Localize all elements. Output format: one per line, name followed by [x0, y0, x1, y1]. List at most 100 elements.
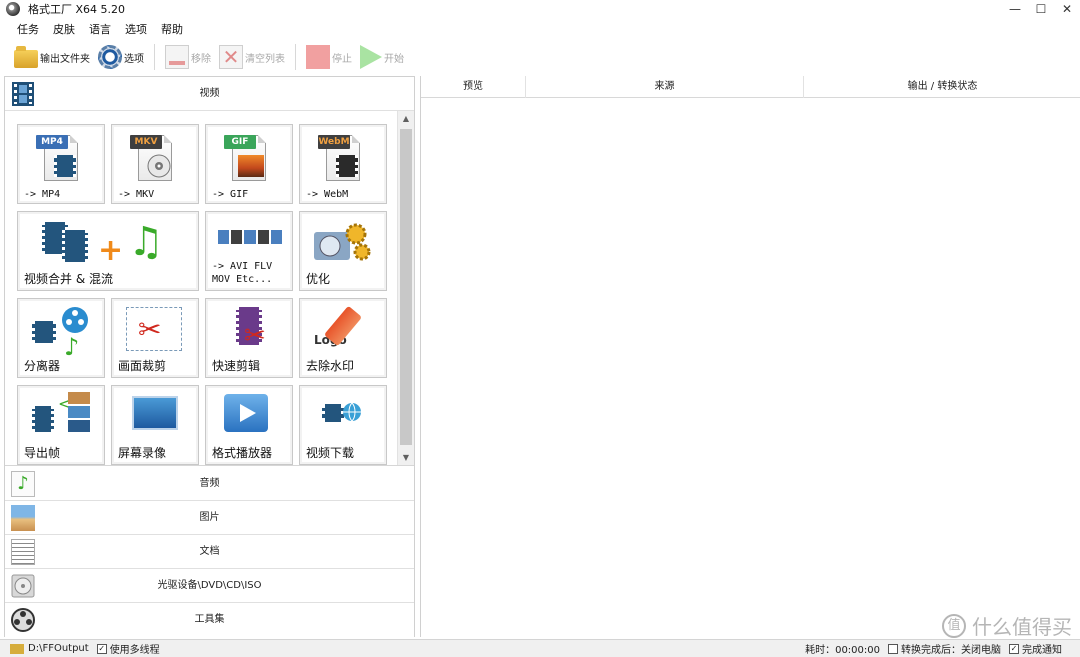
output-path[interactable]: D:\FFOutput	[28, 643, 89, 654]
tile-video-download[interactable]: 视频下载	[299, 385, 387, 465]
globe-icon	[343, 402, 361, 422]
remove-icon	[165, 45, 189, 69]
film-icon	[32, 321, 56, 343]
multithread-label: 使用多线程	[109, 645, 160, 656]
remove-button[interactable]: 移除	[161, 42, 215, 72]
tile-label-line2: MOV Etc...	[212, 274, 273, 285]
tile-label: 分离器	[24, 359, 61, 373]
film-icon	[336, 155, 358, 177]
category-audio-label: 音频	[199, 478, 220, 489]
tool-grid-scrollbar[interactable]: ▲ ▼	[397, 111, 414, 465]
category-disc[interactable]: 光驱设备\DVD\CD\ISO	[5, 569, 414, 603]
toolbar: 输出文件夹 选项 移除 ✕ 清空列表 停止 开始	[0, 40, 1080, 74]
category-document-label: 文档	[199, 546, 220, 557]
tile-label: -> GIF	[212, 189, 249, 200]
menu-help[interactable]: 帮助	[154, 21, 190, 37]
category-audio[interactable]: ♪ 音频	[5, 467, 414, 501]
tile-export-frames[interactable]: < 导出帧	[17, 385, 105, 465]
play-icon	[360, 45, 382, 69]
tile-to-webm[interactable]: WebM -> WebM	[299, 124, 387, 204]
options-label: 选项	[124, 53, 144, 65]
tile-label: -> MP4	[24, 189, 61, 200]
output-folder-button[interactable]: 输出文件夹	[10, 42, 94, 72]
window-controls: — ☐ ✕	[1002, 0, 1080, 18]
column-output-status[interactable]: 输出 / 转换状态	[804, 76, 1080, 98]
category-document[interactable]: 文档	[5, 535, 414, 569]
tile-label-line1: -> AVI FLV	[212, 261, 273, 272]
video-tool-grid: MP4 -> MP4 MKV -> MKV GIF -> GIF WebM ->…	[5, 111, 414, 466]
notify-checkbox[interactable]: ✓	[1009, 643, 1019, 654]
stop-button[interactable]: 停止	[302, 42, 356, 72]
category-toolbox[interactable]: 工具集	[5, 603, 414, 637]
tile-video-merge[interactable]: + ♫ 视频合并 & 混流	[17, 211, 199, 291]
clear-x-icon: ✕	[219, 45, 243, 69]
stop-icon	[306, 45, 330, 69]
gif-tag: GIF	[224, 135, 256, 149]
menu-skin[interactable]: 皮肤	[46, 21, 82, 37]
tile-label: 屏幕录像	[118, 446, 167, 460]
tile-to-avi-flv-mov[interactable]: -> AVI FLV MOV Etc...	[205, 211, 293, 291]
scissors-icon: ✂	[244, 321, 266, 351]
column-source[interactable]: 来源	[526, 76, 804, 98]
clear-list-label: 清空列表	[245, 53, 285, 65]
menu-options[interactable]: 选项	[118, 21, 154, 37]
tile-format-player[interactable]: 格式播放器	[205, 385, 293, 465]
plus-icon: +	[98, 233, 124, 268]
output-folder-label: 输出文件夹	[40, 53, 90, 65]
notify-label: 完成通知	[1022, 645, 1062, 656]
category-image-label: 图片	[199, 512, 220, 523]
menu-language[interactable]: 语言	[82, 21, 118, 37]
tile-to-mp4[interactable]: MP4 -> MP4	[17, 124, 105, 204]
tile-label: 视频合并 & 混流	[24, 272, 113, 286]
clear-list-button[interactable]: ✕ 清空列表	[215, 42, 289, 72]
remove-label: 移除	[191, 53, 211, 65]
tile-remove-watermark[interactable]: Logo 去除水印	[299, 298, 387, 378]
tile-splitter[interactable]: ♪ 分离器	[17, 298, 105, 378]
scroll-thumb[interactable]	[400, 129, 412, 445]
screen-recorder-icon	[132, 396, 178, 430]
scissors-icon: ✂	[138, 313, 162, 346]
watermark-logo-icon: 值	[942, 613, 966, 638]
folder-icon	[10, 643, 24, 654]
tile-quick-cut[interactable]: ✂ 快速剪辑	[205, 298, 293, 378]
minimize-button[interactable]: —	[1002, 0, 1028, 18]
category-video[interactable]: 视频	[5, 77, 414, 111]
menu-bar: 任务 皮肤 语言 选项 帮助	[0, 20, 190, 38]
tile-label: 快速剪辑	[212, 359, 261, 373]
options-button[interactable]: 选项	[94, 42, 148, 72]
after-done-checkbox[interactable]	[888, 643, 898, 654]
play-icon	[240, 404, 256, 422]
tile-label: -> MKV	[118, 189, 155, 200]
frame-thumbnail-icon	[68, 406, 90, 418]
tile-label: 格式播放器	[212, 446, 273, 460]
film-icon	[54, 155, 76, 177]
multithread-checkbox[interactable]: ✓	[96, 643, 107, 654]
window-title: 格式工厂 X64 5.20	[28, 3, 126, 16]
function-panel: 视频 MP4 -> MP4 MKV -> MKV GIF -> GIF WebM	[4, 76, 415, 637]
scroll-down-icon[interactable]: ▼	[398, 450, 414, 465]
start-button[interactable]: 开始	[356, 42, 408, 72]
stop-label: 停止	[332, 53, 352, 65]
category-image[interactable]: 图片	[5, 501, 414, 535]
toolbar-divider	[154, 44, 155, 70]
mp4-tag: MP4	[36, 135, 68, 149]
scroll-up-icon[interactable]: ▲	[398, 111, 414, 127]
category-toolbox-label: 工具集	[194, 614, 225, 625]
close-button[interactable]: ✕	[1054, 0, 1080, 18]
frame-thumbnail-icon	[68, 420, 90, 432]
tile-optimize[interactable]: 优化	[299, 211, 387, 291]
folder-icon	[14, 46, 38, 68]
tile-crop[interactable]: ✂ 画面裁剪	[111, 298, 199, 378]
task-list-panel[interactable]: 预览 来源 输出 / 转换状态	[420, 76, 1080, 637]
task-table-header: 预览 来源 输出 / 转换状态	[421, 76, 1080, 98]
tile-to-gif[interactable]: GIF -> GIF	[205, 124, 293, 204]
column-preview[interactable]: 预览	[421, 76, 526, 98]
tile-label: 去除水印	[306, 359, 355, 373]
tile-screen-record[interactable]: 屏幕录像	[111, 385, 199, 465]
maximize-button[interactable]: ☐	[1028, 0, 1054, 18]
status-bar: D:\FFOutput ✓ 使用多线程 耗时：00:00:00 转换完成后：关闭…	[0, 639, 1080, 657]
optimize-gears-icon	[314, 223, 371, 261]
tile-to-mkv[interactable]: MKV -> MKV	[111, 124, 199, 204]
menu-task[interactable]: 任务	[10, 21, 46, 37]
sunset-image-icon	[238, 155, 264, 177]
